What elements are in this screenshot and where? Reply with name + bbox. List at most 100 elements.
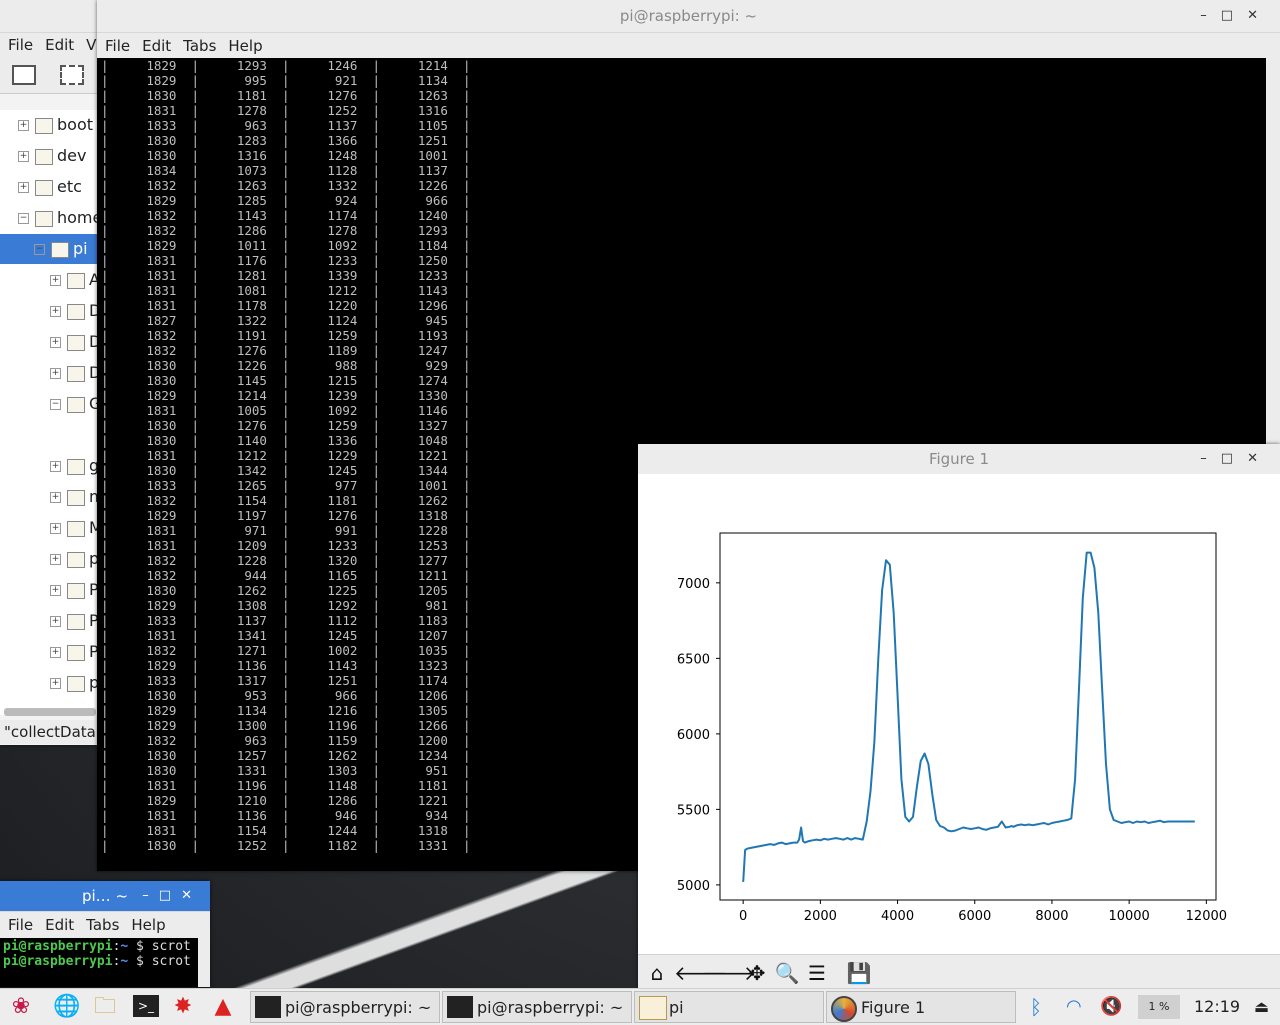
minimize-icon[interactable]: – xyxy=(142,888,159,903)
wifi-icon[interactable]: ◠ xyxy=(1066,989,1082,1025)
minimize-icon[interactable]: – xyxy=(1200,8,1221,23)
terminal-launcher-icon[interactable]: >_ xyxy=(130,992,160,1022)
column-separator: | xyxy=(176,703,199,718)
tree-item[interactable]: − pi xyxy=(0,234,100,264)
new-tab-icon[interactable] xyxy=(60,65,84,85)
close-icon[interactable]: ✕ xyxy=(1247,451,1272,466)
menu-view[interactable]: V xyxy=(86,36,96,54)
wolfram-icon[interactable]: ▲ xyxy=(208,992,238,1022)
line-chart[interactable]: 0 2000 4000 6000 8000 10000 12000 5000 5500 6000 6… xyxy=(638,474,1280,954)
tree-item[interactable]: − home xyxy=(0,203,102,233)
maximize-icon[interactable]: □ xyxy=(159,888,181,903)
tree-item[interactable]: +m xyxy=(0,482,105,512)
menu-file[interactable]: File xyxy=(8,916,33,934)
expander-icon[interactable]: + xyxy=(18,182,29,193)
zoom-icon[interactable]: 🔍 xyxy=(774,960,800,986)
figure-titlebar[interactable]: Figure 1 –□✕ xyxy=(638,444,1280,475)
tree-item[interactable]: + D xyxy=(0,327,101,357)
small-terminal-output[interactable]: pi@raspberrypi:~ $ scrot pi@raspberrypi:~… xyxy=(0,937,198,987)
web-browser-icon[interactable]: 🌐 xyxy=(52,992,82,1022)
expander-icon[interactable]: − xyxy=(50,399,61,410)
small-terminal-scrollbar[interactable] xyxy=(198,937,210,987)
expander-icon[interactable]: − xyxy=(34,244,45,255)
close-icon[interactable]: ✕ xyxy=(181,888,202,903)
clock[interactable]: 12:19 xyxy=(1194,989,1240,1025)
menu-edit[interactable]: Edit xyxy=(45,916,74,934)
expander-icon[interactable]: + xyxy=(50,678,61,689)
expander-icon[interactable]: + xyxy=(18,120,29,131)
plot-area[interactable]: 0 2000 4000 6000 8000 10000 12000 5000 5500 6000 6… xyxy=(638,474,1280,954)
tree-item[interactable]: +gi xyxy=(0,451,104,481)
task-terminal-1[interactable]: pi@raspberrypi: ~ xyxy=(250,991,440,1023)
menu-help[interactable]: Help xyxy=(228,37,262,55)
expander-icon[interactable]: + xyxy=(18,151,29,162)
pan-icon[interactable]: ✥ xyxy=(744,960,770,986)
tree-item[interactable]: + dev xyxy=(0,141,100,171)
configure-subplots-icon[interactable]: ☰ xyxy=(804,960,830,986)
expander-icon[interactable]: + xyxy=(50,523,61,534)
forward-arrow-icon[interactable]: 🡒 xyxy=(702,960,756,986)
tree-item[interactable]: − G xyxy=(0,389,101,419)
tree-item[interactable]: +py xyxy=(0,668,109,698)
home-icon[interactable]: ⌂ xyxy=(644,960,670,986)
horizontal-scrollbar[interactable] xyxy=(4,708,96,716)
tree-item[interactable]: + D xyxy=(0,296,101,326)
small-terminal-titlebar[interactable]: pi… ~ –□✕ xyxy=(0,881,210,912)
minimize-icon[interactable]: – xyxy=(1200,451,1221,466)
terminal-cell: 1829 xyxy=(146,703,177,718)
expander-icon[interactable]: + xyxy=(50,461,61,472)
tree-item[interactable]: + P xyxy=(0,606,100,636)
expander-icon[interactable]: + xyxy=(50,585,61,596)
tree-item[interactable]: + boot xyxy=(0,110,100,140)
expander-icon[interactable]: + xyxy=(50,368,61,379)
tree-item[interactable]: + etc xyxy=(0,172,100,202)
expander-icon[interactable]: + xyxy=(50,554,61,565)
expander-icon[interactable]: + xyxy=(50,275,61,286)
terminal-titlebar[interactable]: pi@raspberrypi: ~ –□✕ xyxy=(97,0,1280,33)
column-separator: | xyxy=(101,298,124,313)
task-figure[interactable]: Figure 1 xyxy=(826,991,1016,1023)
expander-icon[interactable]: + xyxy=(50,492,61,503)
task-file-manager[interactable]: pi xyxy=(634,991,824,1023)
back-arrow-icon[interactable]: 🡐 xyxy=(674,960,728,986)
close-icon[interactable]: ✕ xyxy=(1247,8,1272,23)
column-separator: | xyxy=(447,613,471,628)
tree-item[interactable]: + M xyxy=(0,513,103,543)
terminal-cell: 1342 xyxy=(236,463,267,478)
save-icon[interactable]: 💾 xyxy=(846,960,872,986)
file-manager-icon[interactable]: 🗀 xyxy=(90,992,120,1022)
menu-tabs[interactable]: Tabs xyxy=(86,916,119,934)
menu-edit[interactable]: Edit xyxy=(142,37,171,55)
tree-item[interactable]: + P xyxy=(0,575,100,605)
mathematica-icon[interactable]: ✸ xyxy=(168,992,198,1022)
eject-icon[interactable]: ⏏ xyxy=(1254,989,1269,1025)
expander-icon[interactable]: + xyxy=(50,306,61,317)
scrollbar-thumb[interactable] xyxy=(1269,58,1277,72)
volume-muted-icon[interactable]: 🔇 xyxy=(1100,989,1122,1025)
column-separator: | xyxy=(266,508,290,523)
maximize-icon[interactable]: □ xyxy=(1221,8,1247,23)
new-window-icon[interactable] xyxy=(12,65,36,85)
expander-icon[interactable]: + xyxy=(50,337,61,348)
menu-help[interactable]: Help xyxy=(131,916,165,934)
terminal-cell: 1832 xyxy=(146,643,177,658)
tree-item[interactable]: + A xyxy=(0,265,100,295)
column-separator: | xyxy=(101,643,124,658)
maximize-icon[interactable]: □ xyxy=(1221,451,1247,466)
bluetooth-icon[interactable]: ᛒ xyxy=(1030,989,1042,1025)
tree-item[interactable]: + D xyxy=(0,358,101,388)
column-separator: | xyxy=(176,283,199,298)
file-manager-titlebar[interactable] xyxy=(0,0,100,33)
expander-icon[interactable]: + xyxy=(50,616,61,627)
expander-icon[interactable]: + xyxy=(50,647,61,658)
menu-file[interactable]: File xyxy=(8,36,33,54)
raspberry-menu-icon[interactable]: ❀ xyxy=(6,992,36,1022)
menu-file[interactable]: File xyxy=(105,37,130,55)
tree-item[interactable]: +pe xyxy=(0,544,109,574)
menu-edit[interactable]: Edit xyxy=(45,36,74,54)
expander-icon[interactable]: − xyxy=(18,213,29,224)
task-terminal-2[interactable]: pi@raspberrypi: ~ xyxy=(442,991,632,1023)
tree-item[interactable]: + P xyxy=(0,637,100,667)
file-manager-menubar: File Edit V xyxy=(0,33,100,57)
menu-tabs[interactable]: Tabs xyxy=(183,37,216,55)
